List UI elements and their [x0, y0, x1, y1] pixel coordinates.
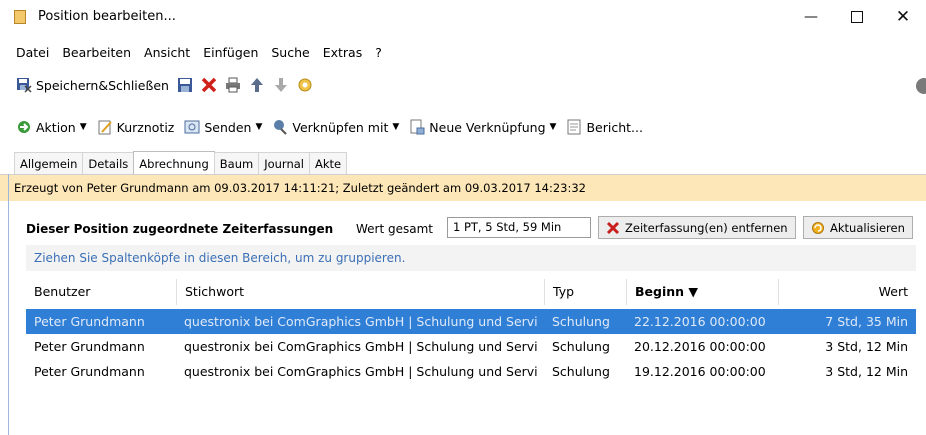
verknuepfen-button[interactable]: Verknüpfen mit ▼ — [272, 119, 399, 135]
cell-wert: 3 Std, 12 Min — [825, 364, 908, 379]
window-title: Position bearbeiten... — [38, 9, 176, 24]
maximize-button[interactable] — [834, 0, 880, 34]
tab-details[interactable]: Details — [82, 152, 135, 174]
column-header-beginn[interactable]: Beginn ▼ — [626, 279, 778, 305]
column-header-stichwort[interactable]: Stichwort — [176, 279, 544, 305]
wert-gesamt-field[interactable]: 1 PT, 5 Std, 59 Min — [447, 217, 591, 238]
refresh-icon — [812, 221, 824, 234]
send-icon — [184, 120, 200, 134]
aktion-button[interactable]: Aktion ▼ — [16, 119, 87, 135]
save-icon[interactable] — [177, 77, 193, 93]
new-link-icon — [410, 119, 425, 135]
tab-allgemein[interactable]: Allgemein — [14, 152, 84, 174]
verknuepfen-label: Verknüpfen mit — [292, 119, 389, 135]
cell-stichwort: questronix bei ComGraphics GmbH | Schulu… — [184, 339, 538, 354]
main-toolbar: Speichern&Schließen — [16, 72, 313, 98]
remove-icon — [606, 221, 620, 234]
column-header-wert[interactable]: Wert — [778, 279, 916, 305]
aktion-label: Aktion — [36, 119, 76, 135]
senden-button[interactable]: Senden ▼ — [184, 119, 262, 135]
menu-ansicht[interactable]: Ansicht — [144, 45, 190, 65]
tab-abrechnung[interactable]: Abrechnung — [133, 151, 215, 174]
print-icon[interactable] — [225, 77, 241, 93]
bericht-label: Bericht... — [586, 119, 643, 135]
cell-stichwort: questronix bei ComGraphics GmbH | Schulu… — [184, 314, 538, 329]
cell-typ: Schulung — [552, 339, 610, 354]
menu-extras[interactable]: Extras — [323, 45, 363, 65]
refresh-label: Aktualisieren — [830, 220, 905, 235]
menu-einfuegen[interactable]: Einfügen — [203, 45, 258, 65]
menu-bearbeiten[interactable]: Bearbeiten — [62, 45, 131, 65]
save-close-label: Speichern&Schließen — [36, 77, 169, 93]
neue-verknuepfung-label: Neue Verknüpfung — [429, 119, 546, 135]
link-icon — [274, 120, 288, 135]
refresh-button[interactable]: Aktualisieren — [803, 216, 913, 239]
note-icon — [98, 120, 112, 135]
cell-typ: Schulung — [552, 314, 610, 329]
cell-beginn: 22.12.2016 00:00:00 — [634, 314, 766, 329]
arrow-up-icon[interactable] — [249, 77, 265, 93]
column-header-benutzer[interactable]: Benutzer — [26, 279, 176, 305]
action-toolbar: Aktion ▼ Kurznotiz Senden ▼ Verknüpfen m… — [16, 114, 643, 140]
panel-left-border — [8, 174, 9, 435]
cell-typ: Schulung — [552, 364, 610, 379]
grid-header: Benutzer Stichwort Typ Beginn ▼ Wert — [26, 279, 916, 305]
senden-label: Senden — [204, 119, 252, 135]
section-title: Dieser Position zugeordnete Zeiterfassun… — [26, 222, 334, 236]
menu-help[interactable]: ? — [375, 45, 382, 65]
chevron-down-icon: ▼ — [79, 122, 87, 132]
arrow-down-icon[interactable] — [273, 77, 289, 93]
tab-baum[interactable]: Baum — [213, 152, 260, 174]
cell-beginn: 20.12.2016 00:00:00 — [634, 339, 766, 354]
table-row[interactable]: Peter Grundmann questronix bei ComGraphi… — [26, 309, 916, 334]
cell-benutzer: Peter Grundmann — [34, 339, 145, 354]
report-icon — [567, 119, 581, 135]
tab-bar: Allgemein Details Abrechnung Baum Journa… — [14, 150, 348, 174]
delete-icon[interactable] — [201, 77, 217, 93]
window-icon — [14, 10, 26, 24]
kurznotiz-button[interactable]: Kurznotiz — [97, 119, 175, 135]
chevron-down-icon: ▼ — [255, 122, 263, 132]
neue-verknuepfung-button[interactable]: Neue Verknüpfung ▼ — [409, 119, 556, 135]
cell-wert: 7 Std, 35 Min — [825, 314, 908, 329]
cell-wert: 3 Std, 12 Min — [825, 339, 908, 354]
minimize-button[interactable]: — — [788, 0, 834, 34]
bericht-button[interactable]: Bericht... — [566, 119, 643, 135]
cell-beginn: 19.12.2016 00:00:00 — [634, 364, 766, 379]
menu-datei[interactable]: Datei — [16, 45, 49, 65]
close-button[interactable]: ✕ — [880, 0, 926, 34]
cell-stichwort: questronix bei ComGraphics GmbH | Schulu… — [184, 364, 538, 379]
help-icon[interactable] — [915, 78, 926, 94]
table-row[interactable]: Peter Grundmann questronix bei ComGraphi… — [26, 334, 916, 359]
remove-zeiterfassung-button[interactable]: Zeiterfassung(en) entfernen — [598, 216, 796, 239]
group-by-area[interactable]: Ziehen Sie Spaltenköpfe in diesen Bereic… — [26, 245, 916, 271]
cell-benutzer: Peter Grundmann — [34, 364, 145, 379]
remove-label: Zeiterfassung(en) entfernen — [625, 220, 788, 235]
chevron-down-icon: ▼ — [549, 122, 557, 132]
save-close-icon — [17, 78, 32, 93]
info-bar: Erzeugt von Peter Grundmann am 09.03.201… — [0, 175, 926, 201]
tab-akte[interactable]: Akte — [309, 152, 348, 174]
menu-suche[interactable]: Suche — [271, 45, 309, 65]
aktion-icon — [18, 121, 30, 133]
column-header-typ[interactable]: Typ — [544, 279, 626, 305]
attachment-icon[interactable] — [297, 77, 313, 93]
tab-journal[interactable]: Journal — [258, 152, 310, 174]
save-close-button[interactable]: Speichern&Schließen — [16, 77, 169, 93]
chevron-down-icon: ▼ — [392, 122, 400, 132]
menu-bar: Datei Bearbeiten Ansicht Einfügen Suche … — [0, 45, 926, 65]
wert-gesamt-label: Wert gesamt — [356, 222, 433, 236]
table-row[interactable]: Peter Grundmann questronix bei ComGraphi… — [26, 359, 916, 384]
cell-benutzer: Peter Grundmann — [34, 314, 145, 329]
kurznotiz-label: Kurznotiz — [116, 119, 175, 135]
